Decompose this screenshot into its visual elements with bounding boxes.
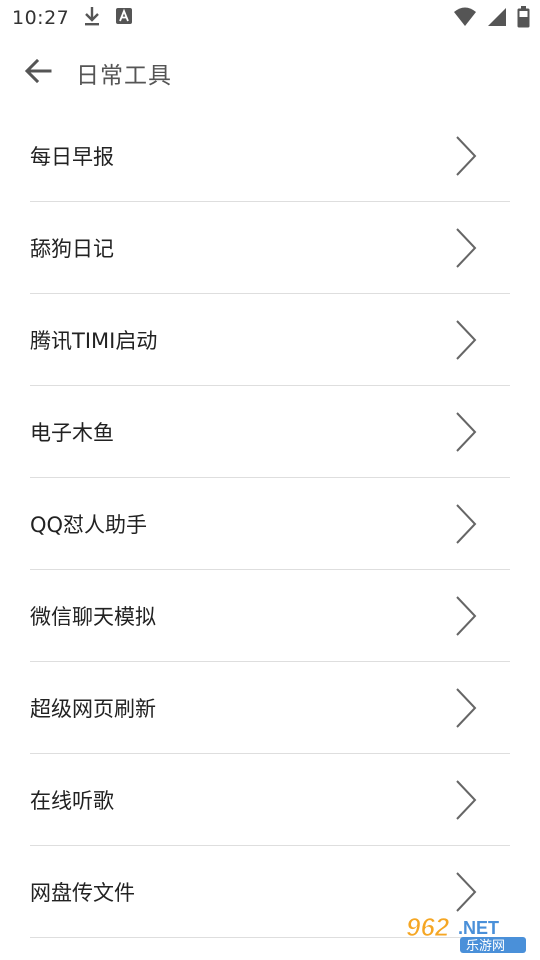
chevron-right-icon bbox=[446, 218, 486, 278]
list-item-online-music[interactable]: 在线听歌 bbox=[30, 754, 510, 846]
status-time: 10:27 bbox=[12, 7, 70, 29]
svg-text:.NET: .NET bbox=[458, 918, 499, 938]
list-item-daily-news[interactable]: 每日早报 bbox=[30, 110, 510, 202]
back-button[interactable] bbox=[0, 36, 76, 110]
app-bar: 日常工具 bbox=[0, 36, 540, 110]
list-item-web-refresh[interactable]: 超级网页刷新 bbox=[30, 662, 510, 754]
watermark-logo: 962 .NET 乐游网 bbox=[402, 910, 534, 954]
list-item-qq-helper[interactable]: QQ怼人助手 bbox=[30, 478, 510, 570]
chevron-right-icon bbox=[446, 494, 486, 554]
list-item-label: 腾讯TIMI启动 bbox=[30, 328, 158, 353]
page-title: 日常工具 bbox=[76, 63, 172, 89]
list-item-wechat-sim[interactable]: 微信聊天模拟 bbox=[30, 570, 510, 662]
list-item-label: 电子木鱼 bbox=[30, 420, 114, 445]
tool-list: 每日早报 舔狗日记 腾讯TIMI启动 电子木鱼 QQ怼人助手 微信聊天模拟 超级… bbox=[30, 110, 510, 938]
wifi-icon bbox=[453, 6, 477, 32]
list-item-label: 超级网页刷新 bbox=[30, 696, 156, 721]
accessibility-a-icon bbox=[115, 7, 133, 29]
battery-icon bbox=[517, 6, 530, 32]
list-item-diary[interactable]: 舔狗日记 bbox=[30, 202, 510, 294]
list-item-label: 舔狗日记 bbox=[30, 236, 114, 261]
svg-text:乐游网: 乐游网 bbox=[466, 939, 505, 954]
signal-icon bbox=[487, 6, 507, 32]
chevron-right-icon bbox=[446, 770, 486, 830]
list-item-timi-launch[interactable]: 腾讯TIMI启动 bbox=[30, 294, 510, 386]
list-item-wooden-fish[interactable]: 电子木鱼 bbox=[30, 386, 510, 478]
chevron-right-icon bbox=[446, 586, 486, 646]
svg-text:962: 962 bbox=[406, 912, 450, 942]
list-item-label: 网盘传文件 bbox=[30, 880, 135, 905]
chevron-right-icon bbox=[446, 126, 486, 186]
list-item-label: QQ怼人助手 bbox=[30, 512, 148, 537]
chevron-right-icon bbox=[446, 310, 486, 370]
status-bar: 10:27 bbox=[0, 0, 540, 36]
list-item-label: 在线听歌 bbox=[30, 788, 114, 813]
download-icon bbox=[83, 5, 101, 31]
list-item-label: 微信聊天模拟 bbox=[30, 604, 156, 629]
chevron-right-icon bbox=[446, 402, 486, 462]
list-item-label: 每日早报 bbox=[30, 144, 114, 169]
chevron-right-icon bbox=[446, 678, 486, 738]
arrow-left-icon bbox=[24, 58, 52, 88]
